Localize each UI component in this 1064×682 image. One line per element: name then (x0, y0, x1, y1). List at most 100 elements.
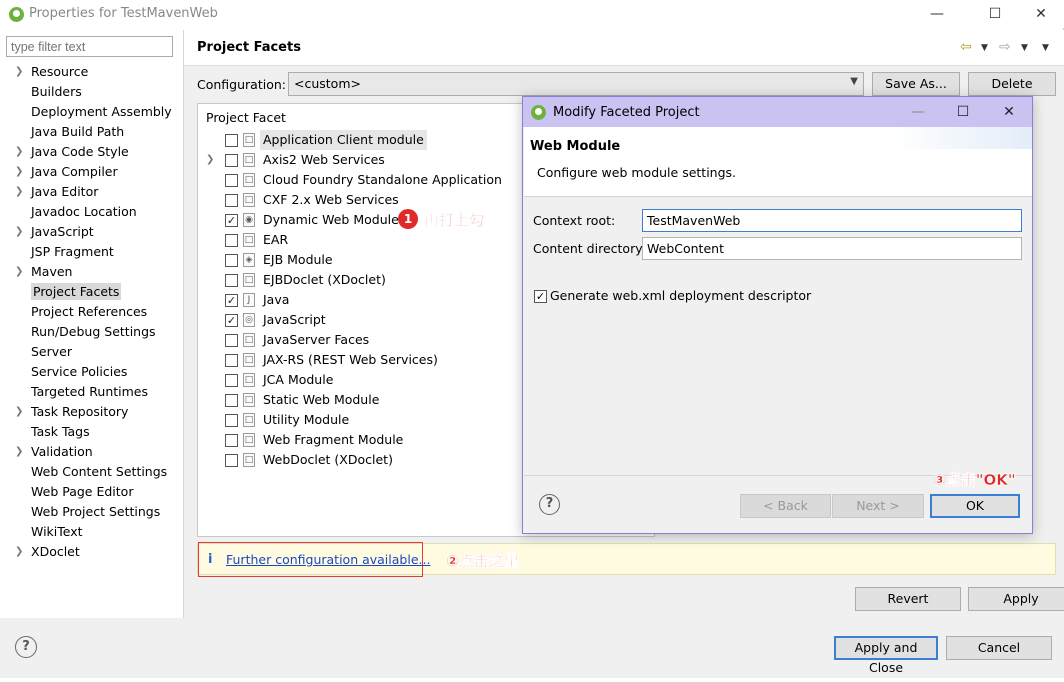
back-menu-chevron-icon[interactable]: ▼ (981, 43, 988, 53)
facet-checkbox[interactable] (225, 354, 238, 367)
facet-checkbox[interactable] (225, 154, 238, 167)
tree-item[interactable]: Web Content Settings (0, 462, 183, 482)
facet-checkbox[interactable]: ✓ (225, 294, 238, 307)
configuration-select[interactable]: <custom> ▼ (288, 72, 864, 96)
facet-label: Utility Module (263, 412, 350, 427)
facet-checkbox[interactable]: ✓ (225, 214, 238, 227)
maximize-button[interactable]: ☐ (980, 4, 1010, 24)
close-button[interactable]: ✕ (1026, 4, 1056, 24)
view-menu-icon[interactable]: ▼ (1042, 43, 1049, 53)
facet-label: EAR (263, 232, 289, 247)
facet-icon: □ (243, 433, 255, 447)
facet-label: Static Web Module (263, 392, 380, 407)
tree-item[interactable]: Web Page Editor (0, 482, 183, 502)
delete-button[interactable]: Delete (968, 72, 1056, 96)
expand-chevron-icon[interactable]: ❯ (15, 182, 23, 202)
tree-item[interactable]: ❯ Task Repository (0, 402, 183, 422)
dialog-close-button[interactable]: ✕ (994, 102, 1024, 122)
tree-item[interactable]: Web Project Settings (0, 502, 183, 522)
minimize-button[interactable]: — (922, 4, 952, 24)
tree-item[interactable]: JSP Fragment (0, 242, 183, 262)
tree-item[interactable]: WikiText (0, 522, 183, 542)
expand-chevron-icon[interactable]: ❯ (15, 442, 23, 462)
expand-chevron-icon[interactable]: ❯ (15, 262, 23, 282)
facet-icon: □ (243, 193, 255, 207)
tree-item[interactable]: ❯ Maven (0, 262, 183, 282)
facet-checkbox[interactable] (225, 334, 238, 347)
facet-checkbox[interactable] (225, 454, 238, 467)
dialog-minimize-button[interactable]: — (903, 102, 933, 122)
facet-checkbox[interactable] (225, 254, 238, 267)
forward-arrow-icon[interactable]: ⇨ (999, 39, 1011, 55)
facet-checkbox[interactable] (225, 174, 238, 187)
facet-checkbox[interactable] (225, 274, 238, 287)
facet-label: Axis2 Web Services (263, 152, 385, 167)
tree-item[interactable]: Run/Debug Settings (0, 322, 183, 342)
expand-chevron-icon[interactable]: ❯ (15, 542, 23, 562)
next-button[interactable]: Next > (832, 494, 924, 518)
tree-item[interactable]: ❯ JavaScript (0, 222, 183, 242)
help-icon[interactable]: ? (15, 636, 37, 658)
tree-item[interactable]: Service Policies (0, 362, 183, 382)
facet-checkbox[interactable] (225, 134, 238, 147)
further-configuration-link[interactable]: Further configuration available... (226, 552, 430, 567)
tree-item[interactable]: Builders (0, 82, 183, 102)
tree-item[interactable]: ❯ Java Editor (0, 182, 183, 202)
dialog-title: Modify Faceted Project (553, 105, 700, 120)
dialog-maximize-button[interactable]: ☐ (948, 102, 978, 122)
tree-item[interactable]: Targeted Runtimes (0, 382, 183, 402)
tree-item[interactable]: Javadoc Location (0, 202, 183, 222)
tree-item[interactable]: Server (0, 342, 183, 362)
ok-button[interactable]: OK (930, 494, 1020, 518)
tree-item[interactable]: Project Facets (0, 282, 183, 302)
facet-checkbox[interactable] (225, 374, 238, 387)
revert-button[interactable]: Revert (855, 587, 961, 611)
cancel-button[interactable]: Cancel (946, 636, 1052, 660)
back-arrow-icon[interactable]: ⇦ (960, 39, 972, 55)
expand-chevron-icon[interactable]: ❯ (15, 142, 23, 162)
facet-checkbox[interactable]: ✓ (225, 314, 238, 327)
expand-chevron-icon[interactable]: ❯ (206, 150, 214, 170)
content-directory-label: Content directory: (533, 241, 646, 256)
facet-icon: □ (243, 393, 255, 407)
property-page-tree: ❯ Resource Builders Deployment Assembly Java… (0, 62, 183, 562)
tree-item[interactable]: Project References (0, 302, 183, 322)
facet-label: CXF 2.x Web Services (263, 192, 399, 207)
facet-checkbox[interactable] (225, 394, 238, 407)
filter-input[interactable] (6, 36, 173, 57)
dialog-help-icon[interactable]: ? (539, 494, 560, 515)
tree-item-label: Resource (31, 64, 89, 79)
facet-icon: J (243, 293, 255, 307)
facet-checkbox[interactable] (225, 434, 238, 447)
configuration-value: <custom> (294, 76, 361, 91)
tree-item-label: JSP Fragment (31, 244, 114, 259)
facet-checkbox[interactable] (225, 234, 238, 247)
facet-checkbox[interactable] (225, 194, 238, 207)
expand-chevron-icon[interactable]: ❯ (15, 402, 23, 422)
tree-item-label: Validation (31, 444, 93, 459)
tree-item[interactable]: Java Build Path (0, 122, 183, 142)
content-directory-input[interactable]: WebContent (642, 237, 1022, 260)
apply-and-close-button[interactable]: Apply and Close (834, 636, 938, 675)
expand-chevron-icon[interactable]: ❯ (15, 62, 23, 82)
tree-item[interactable]: ❯ Java Compiler (0, 162, 183, 182)
apply-button[interactable]: Apply (968, 587, 1064, 611)
tree-item-label: Web Content Settings (31, 464, 168, 479)
expand-chevron-icon[interactable]: ❯ (15, 222, 23, 242)
back-button[interactable]: < Back (740, 494, 831, 518)
tree-item[interactable]: ❯ Resource (0, 62, 183, 82)
generate-webxml-label[interactable]: Generate web.xml deployment descriptor (550, 288, 811, 303)
tree-item[interactable]: ❯ Validation (0, 442, 183, 462)
tree-item[interactable]: ❯ XDoclet (0, 542, 183, 562)
tree-item[interactable]: ❯ Java Code Style (0, 142, 183, 162)
facet-icon: □ (243, 133, 255, 147)
tree-item[interactable]: Deployment Assembly (0, 102, 183, 122)
facet-icon: □ (243, 413, 255, 427)
context-root-input[interactable]: TestMavenWeb (642, 209, 1022, 232)
generate-webxml-checkbox[interactable]: ✓ (534, 290, 547, 303)
tree-item[interactable]: Task Tags (0, 422, 183, 442)
facet-checkbox[interactable] (225, 414, 238, 427)
expand-chevron-icon[interactable]: ❯ (15, 162, 23, 182)
save-as-button[interactable]: Save As... (872, 72, 960, 96)
forward-menu-chevron-icon[interactable]: ▼ (1021, 43, 1028, 53)
